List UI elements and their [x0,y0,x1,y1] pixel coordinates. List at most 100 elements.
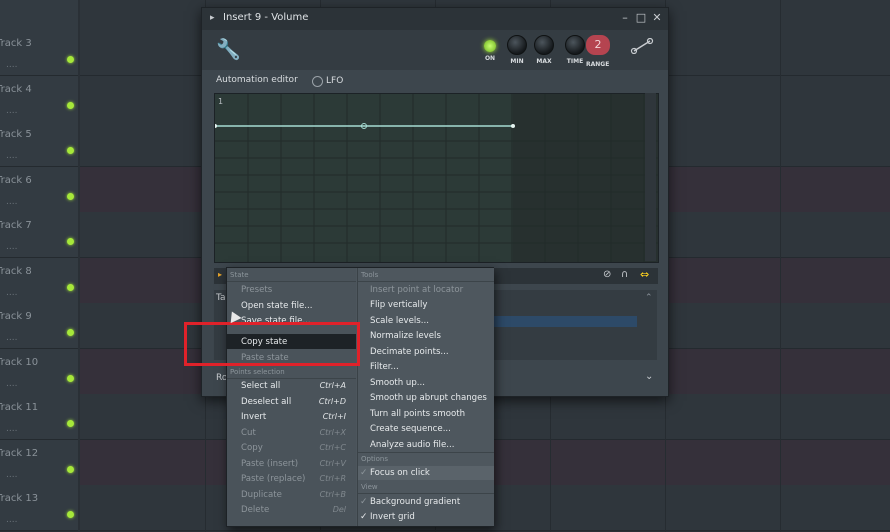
menu-deselect-all[interactable]: Deselect all [241,397,291,407]
menu-scale-levels[interactable]: Scale levels... [370,316,429,326]
track-header[interactable]: Track 9.... [0,303,78,349]
min-knob-dial[interactable] [507,35,527,55]
clip-icon[interactable]: ⊘ [603,269,611,280]
min-knob[interactable]: MIN [502,35,532,65]
menu-invert[interactable]: Invert [241,412,266,422]
section-view: View [361,483,378,491]
track-dots: .... [6,379,18,389]
section-options: Options [361,455,389,463]
menu-create-sequence[interactable]: Create sequence... [370,424,451,434]
on-label: ON [484,55,496,62]
track-header[interactable]: Track 5.... [0,121,78,167]
track-header[interactable] [0,0,78,31]
graph-value-label: 1 [218,97,224,106]
on-led-icon[interactable] [484,40,496,52]
swap-arrows-icon[interactable]: ⇔ [640,268,649,281]
track-header[interactable]: Track 7.... [0,212,78,258]
context-menu[interactable]: State Presets Open state file... Save st… [226,267,494,527]
shortcut-invert: Ctrl+I [322,412,346,421]
track-label: Track 13 [0,493,39,504]
check-icon: ✓ [360,497,368,507]
grid-line [780,0,781,532]
time-knob-dial[interactable] [565,35,585,55]
max-knob[interactable]: MAX [529,35,559,65]
menu-turn-points-smooth[interactable]: Turn all points smooth [370,409,465,419]
automation-graph[interactable]: 1 [214,93,659,263]
automation-point[interactable] [511,124,515,128]
menu-delete[interactable]: Delete [241,505,269,515]
track-dots: .... [6,197,18,207]
shortcut-delete: Del [332,505,346,514]
menu-paste-insert[interactable]: Paste (insert) [241,459,298,469]
graph-scrollbar[interactable] [645,93,656,261]
menu-flip-vertically[interactable]: Flip vertically [370,300,427,310]
close-button[interactable]: ✕ [650,11,664,24]
menu-decimate-points[interactable]: Decimate points... [370,347,449,357]
track-led-icon[interactable] [67,511,74,518]
track-led-icon[interactable] [67,56,74,63]
menu-presets[interactable]: Presets [241,285,272,295]
range-value[interactable]: 2 [586,35,610,55]
track-dots: .... [6,470,18,480]
lfo-radio[interactable] [312,76,323,87]
shortcut-copy: Ctrl+C [319,443,346,452]
wrench-icon[interactable]: 🔧 [216,37,241,61]
menu-select-all[interactable]: Select all [241,381,280,391]
menu-invert-grid[interactable]: Invert grid [370,512,415,522]
track-label: Track 8 [0,266,32,277]
track-header[interactable]: Track 13.... [0,485,78,531]
track-led-icon[interactable] [67,420,74,427]
on-toggle[interactable]: ON [475,37,505,62]
menu-paste-replace[interactable]: Paste (replace) [241,474,305,484]
range-label: RANGE [586,61,610,68]
menu-smooth-up[interactable]: Smooth up... [370,378,425,388]
window-titlebar[interactable]: ▸ Insert 9 - Volume – □ ✕ [202,8,668,30]
track-led-icon[interactable] [67,102,74,109]
max-knob-dial[interactable] [534,35,554,55]
minimize-button[interactable]: – [618,11,632,24]
track-header[interactable]: Track 8.... [0,258,78,304]
track-header[interactable]: Track 6.... [0,167,78,213]
title-menu-arrow-icon[interactable]: ▸ [210,13,215,23]
min-label: MIN [510,58,524,65]
shortcut-cut: Ctrl+X [319,428,346,437]
chevron-up-icon[interactable]: ⌃ [645,293,653,303]
menu-filter[interactable]: Filter... [370,362,399,372]
menu-smooth-up-abrupt[interactable]: Smooth up abrupt changes [370,393,487,403]
track-label: Track 4 [0,84,32,95]
track-label: Track 7 [0,220,32,231]
maximize-button[interactable]: □ [634,11,648,24]
track-led-icon[interactable] [67,329,74,336]
track-led-icon[interactable] [67,193,74,200]
menu-copy[interactable]: Copy [241,443,263,453]
track-led-icon[interactable] [67,375,74,382]
highlight-annotation-box [184,322,360,366]
check-icon: ✓ [360,468,368,478]
menu-duplicate[interactable]: Duplicate [241,490,282,500]
menu-insert-point-at-locator[interactable]: Insert point at locator [370,285,463,295]
track-header[interactable]: Track 3.... [0,30,78,76]
menu-cut[interactable]: Cut [241,428,256,438]
play-marker-icon[interactable]: ▸ [218,270,222,279]
track-led-icon[interactable] [67,284,74,291]
track-header[interactable]: Track 12.... [0,440,78,486]
shortcut-deselect-all: Ctrl+D [318,397,346,406]
menu-focus-on-click[interactable]: Focus on click [370,468,430,478]
track-header[interactable]: Track 10.... [0,349,78,395]
magnet-icon[interactable]: ∩ [621,269,628,280]
track-led-icon[interactable] [67,147,74,154]
divider [358,281,494,282]
menu-background-gradient[interactable]: Background gradient [370,497,460,507]
section-points-selection: Points selection [230,368,285,376]
menu-normalize-levels[interactable]: Normalize levels [370,331,441,341]
track-led-icon[interactable] [67,466,74,473]
link-icon[interactable] [630,38,654,54]
track-header[interactable]: Track 4.... [0,76,78,122]
track-label: Track 11 [0,402,39,413]
menu-analyze-audio-file[interactable]: Analyze audio file... [370,440,454,450]
chevron-down-icon[interactable]: ⌄ [645,371,653,382]
menu-open-state-file[interactable]: Open state file... [241,301,312,311]
track-led-icon[interactable] [67,238,74,245]
track-label: Track 12 [0,448,39,459]
track-header[interactable]: Track 11.... [0,394,78,440]
